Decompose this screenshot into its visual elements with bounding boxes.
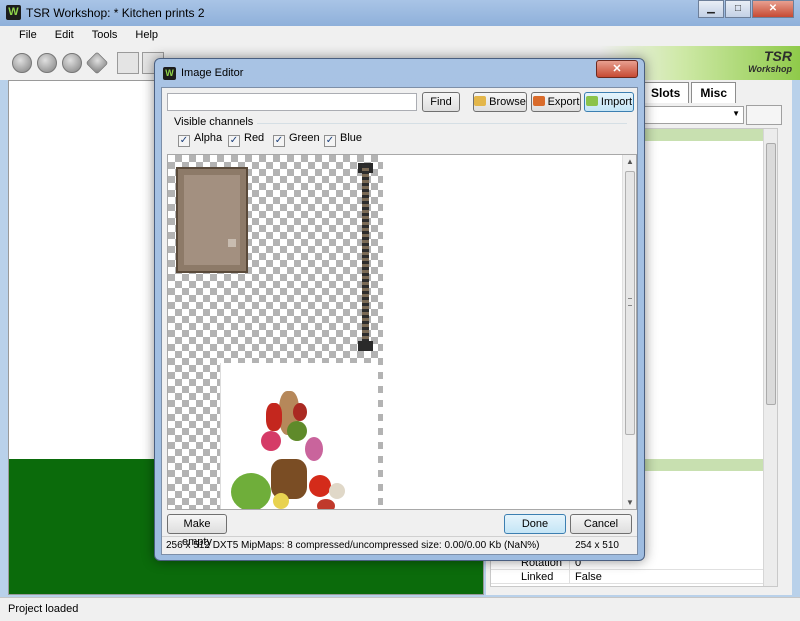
pepper-shape	[266, 403, 282, 431]
tomato-shape	[309, 475, 331, 497]
dialog-status-bar: 256 x 512 DXT5 MipMaps: 8 compressed/unc…	[162, 536, 637, 554]
menu-edit[interactable]: Edit	[46, 26, 83, 46]
texture-print-image	[220, 363, 378, 509]
checkbox-red[interactable]: ✓ Red	[228, 132, 264, 147]
status-text: Project loaded	[8, 603, 79, 615]
search-input[interactable]	[167, 93, 417, 111]
make-empty-button[interactable]: Make empty	[167, 514, 227, 548]
cancel-button[interactable]: Cancel	[570, 514, 632, 534]
folder-icon	[474, 96, 487, 106]
checkbox-label: Blue	[340, 132, 363, 144]
menu-file[interactable]: File	[10, 26, 46, 46]
property-value: False	[575, 571, 602, 583]
channels-group-label: Visible channels	[174, 116, 254, 128]
tab-misc[interactable]: Misc	[691, 82, 737, 103]
texture-info-text: 256 x 512 DXT5 MipMaps: 8 compressed/unc…	[166, 540, 540, 551]
import-button[interactable]: Import	[584, 92, 634, 112]
menu-bar: File Edit Tools Help	[0, 26, 800, 46]
grid-icon[interactable]	[117, 52, 139, 74]
panel-tool-button[interactable]	[746, 105, 782, 125]
dialog-app-icon: W	[163, 67, 176, 80]
import-icon	[585, 96, 598, 106]
find-button[interactable]: Find	[422, 92, 460, 112]
lemon-shape	[273, 493, 289, 509]
dialog-title: Image Editor	[181, 67, 244, 79]
view-mode-1-icon[interactable]	[12, 53, 32, 73]
checkbox-box[interactable]: ✓	[178, 135, 190, 147]
property-scrollbar[interactable]	[763, 129, 777, 586]
scroll-up-icon[interactable]: ▲	[626, 157, 634, 166]
checkbox-label: Green	[289, 132, 320, 144]
import-label: Import	[600, 96, 633, 108]
berries-shape	[261, 431, 281, 451]
dialog-close-button[interactable]: ✕	[596, 60, 638, 78]
checkbox-box[interactable]: ✓	[324, 135, 336, 147]
app-icon: W	[6, 5, 21, 20]
scroll-down-icon[interactable]: ▼	[626, 498, 634, 507]
scrollbar-thumb[interactable]	[625, 171, 635, 435]
checkbox-label: Red	[244, 132, 265, 144]
close-button[interactable]: ✕	[752, 0, 794, 18]
canvas-scrollbar[interactable]: ▲ ▼	[622, 155, 636, 509]
panel-tabs: Slots Misc	[642, 82, 738, 103]
texture-dimensions: 254 x 510	[575, 540, 619, 551]
export-button[interactable]: Export	[531, 92, 581, 112]
garlic-shape	[329, 483, 345, 499]
status-bar: Project loaded	[0, 597, 800, 621]
texture-frame-back	[176, 167, 248, 273]
browse-label: Browse	[489, 96, 526, 108]
texture-chain-cap	[358, 341, 373, 351]
main-title-bar: W TSR Workshop: * Kitchen prints 2 ▁ □ ✕	[0, 0, 800, 26]
checkbox-box[interactable]: ✓	[228, 135, 240, 147]
tsr-workshop-logo: TSR Workshop	[748, 48, 792, 74]
flower-shape	[305, 437, 323, 461]
checkbox-green[interactable]: ✓ Green	[273, 132, 320, 147]
done-button[interactable]: Done	[504, 514, 566, 534]
object-dropdown[interactable]: ▼	[642, 106, 744, 124]
property-row-linked[interactable]: Linked False	[491, 570, 777, 584]
cabbage-shape	[231, 473, 271, 509]
view-mode-3-icon[interactable]	[62, 53, 82, 73]
diamond-icon[interactable]	[85, 51, 109, 75]
menu-help[interactable]: Help	[126, 26, 167, 46]
image-editor-dialog: W Image Editor ✕ Find Browse Export Impo…	[154, 58, 645, 561]
tab-slots[interactable]: Slots	[642, 82, 690, 103]
texture-chain	[362, 165, 369, 347]
chevron-down-icon: ▼	[732, 109, 740, 118]
view-mode-2-icon[interactable]	[37, 53, 57, 73]
radish-shape	[293, 403, 307, 421]
channels-divider	[257, 123, 627, 124]
artichoke-shape	[287, 421, 307, 441]
browse-button[interactable]: Browse	[473, 92, 527, 112]
export-icon	[532, 96, 545, 106]
window-controls: ▁ □ ✕	[697, 0, 794, 18]
checkbox-box[interactable]: ✓	[273, 135, 285, 147]
texture-canvas[interactable]: ▲ ▼	[167, 154, 637, 510]
checkbox-label: Alpha	[194, 132, 223, 144]
scrollbar-thumb[interactable]	[766, 143, 776, 405]
checkbox-alpha[interactable]: ✓ Alpha	[178, 132, 222, 147]
checkbox-blue[interactable]: ✓ Blue	[324, 132, 362, 147]
dialog-body: Find Browse Export Import Visible channe…	[161, 87, 638, 555]
export-label: Export	[547, 96, 580, 108]
window-title: TSR Workshop: * Kitchen prints 2	[26, 6, 205, 20]
maximize-button[interactable]: □	[725, 0, 751, 18]
menu-tools[interactable]: Tools	[83, 26, 127, 46]
apple-shape	[317, 499, 335, 509]
property-name: Linked	[521, 571, 554, 583]
minimize-button[interactable]: ▁	[698, 0, 724, 18]
